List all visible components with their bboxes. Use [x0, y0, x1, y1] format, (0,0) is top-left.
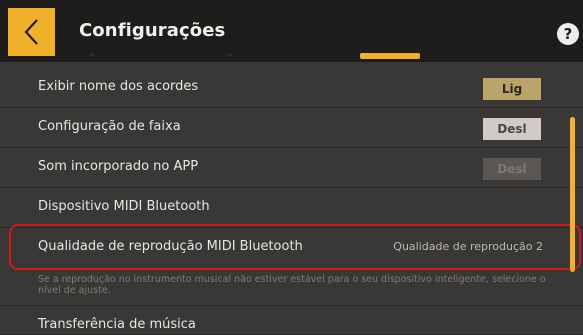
track-config-toggle[interactable]: Desl [483, 118, 541, 140]
help-button[interactable]: ? [557, 23, 579, 45]
back-button[interactable] [8, 8, 55, 56]
setting-row-bluetooth-device[interactable]: Dispositivo MIDI Bluetooth [0, 188, 583, 228]
partial-slider-track [360, 53, 420, 59]
setting-label: Som incorporado no APP [38, 159, 199, 174]
setting-label: Dispositivo MIDI Bluetooth [38, 199, 210, 214]
partial-row-fragment [90, 53, 94, 56]
page-title: Configurações [79, 20, 226, 41]
partial-row-fragment [228, 53, 232, 56]
chevron-left-icon [24, 19, 38, 45]
app-sound-toggle: Desl [483, 158, 541, 180]
question-circle-icon: ? [563, 25, 573, 43]
quality-description: Se a reprodução no instrumento musical n… [38, 274, 546, 296]
setting-row-chord-names[interactable]: Exibir nome dos acordes Lig [0, 68, 583, 108]
scrollbar[interactable] [570, 117, 575, 272]
setting-row-app-sound[interactable]: Som incorporado no APP Desl [0, 148, 583, 188]
chord-names-toggle[interactable]: Lig [483, 78, 541, 100]
setting-label: Configuração de faixa [38, 119, 181, 134]
setting-label: Exibir nome dos acordes [38, 79, 199, 94]
setting-label: Transferência de música [38, 317, 196, 332]
app-header: Configurações ? [0, 0, 583, 62]
setting-row-track-config[interactable]: Configuração de faixa Desl [0, 108, 583, 148]
highlight-frame [9, 224, 581, 270]
